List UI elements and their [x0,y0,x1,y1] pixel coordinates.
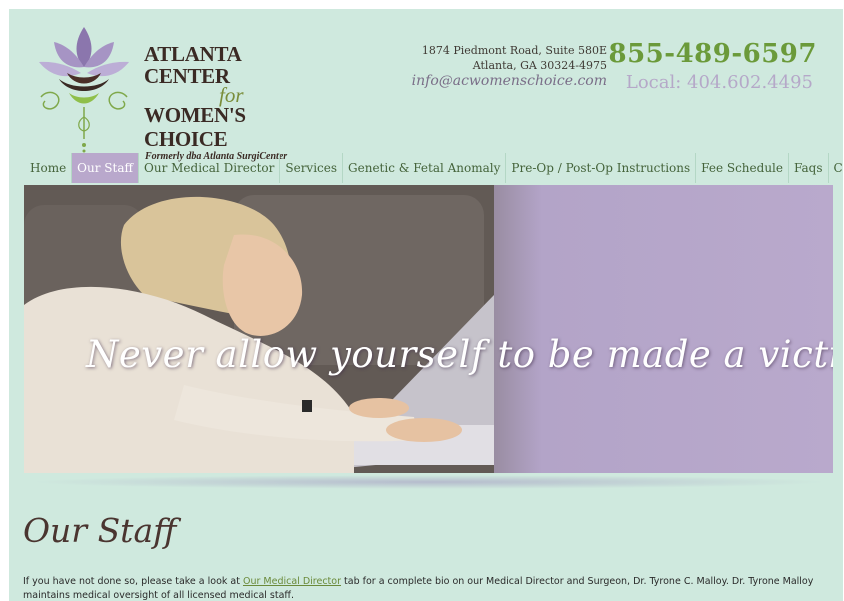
page-title: Our Staff [23,511,177,550]
intro-paragraph: If you have not done so, please take a l… [23,575,823,601]
hero-photo [24,185,494,473]
nav-item-home[interactable]: Home [25,153,73,183]
logo-line-2: for [219,83,244,107]
email-link[interactable]: info@acwomenschoice.com [412,73,607,89]
hero-banner: Never allow yourself to be made a victim… [24,185,833,473]
lotus-logo-icon [39,27,129,153]
phone-main[interactable]: 855-489-6597 [609,39,818,69]
phone-local: Local: 404.602.4495 [625,72,813,93]
nav-item-contact-us[interactable]: Contact Us [829,153,844,183]
page: ATLANTA CENTER for WOMEN'S CHOICE Former… [9,9,843,601]
hero-shadow [29,475,829,489]
nav-item-our-staff[interactable]: Our Staff [72,153,140,183]
nav-item-faqs[interactable]: Faqs [789,153,829,183]
address-line-2: Atlanta, GA 30324-4975 [472,59,607,72]
logo-text: ATLANTA CENTER for WOMEN'S CHOICE Former… [144,43,319,162]
hero-quote: Never allow yourself to be made a victim… [86,333,833,376]
nav-item-medical-director[interactable]: Our Medical Director [139,153,281,183]
logo-line-1: ATLANTA CENTER [144,42,241,88]
logo-line-3: WOMEN'S CHOICE [144,103,246,151]
nav-item-fee-schedule[interactable]: Fee Schedule [696,153,789,183]
nav-item-genetic-fetal[interactable]: Genetic & Fetal Anomaly [343,153,507,183]
address-line-1: 1874 Piedmont Road, Suite 580E [421,44,607,57]
nav-item-pre-post-op[interactable]: Pre-Op / Post-Op Instructions [506,153,697,183]
medical-director-link[interactable]: Our Medical Director [243,576,341,587]
nav-item-services[interactable]: Services [280,153,344,183]
address: 1874 Piedmont Road, Suite 580E Atlanta, … [422,43,607,73]
main-nav: Home Our Staff Our Medical Director Serv… [25,153,843,183]
site-logo[interactable]: ATLANTA CENTER for WOMEN'S CHOICE Former… [29,17,319,162]
intro-text-before-link: If you have not done so, please take a l… [23,576,243,587]
